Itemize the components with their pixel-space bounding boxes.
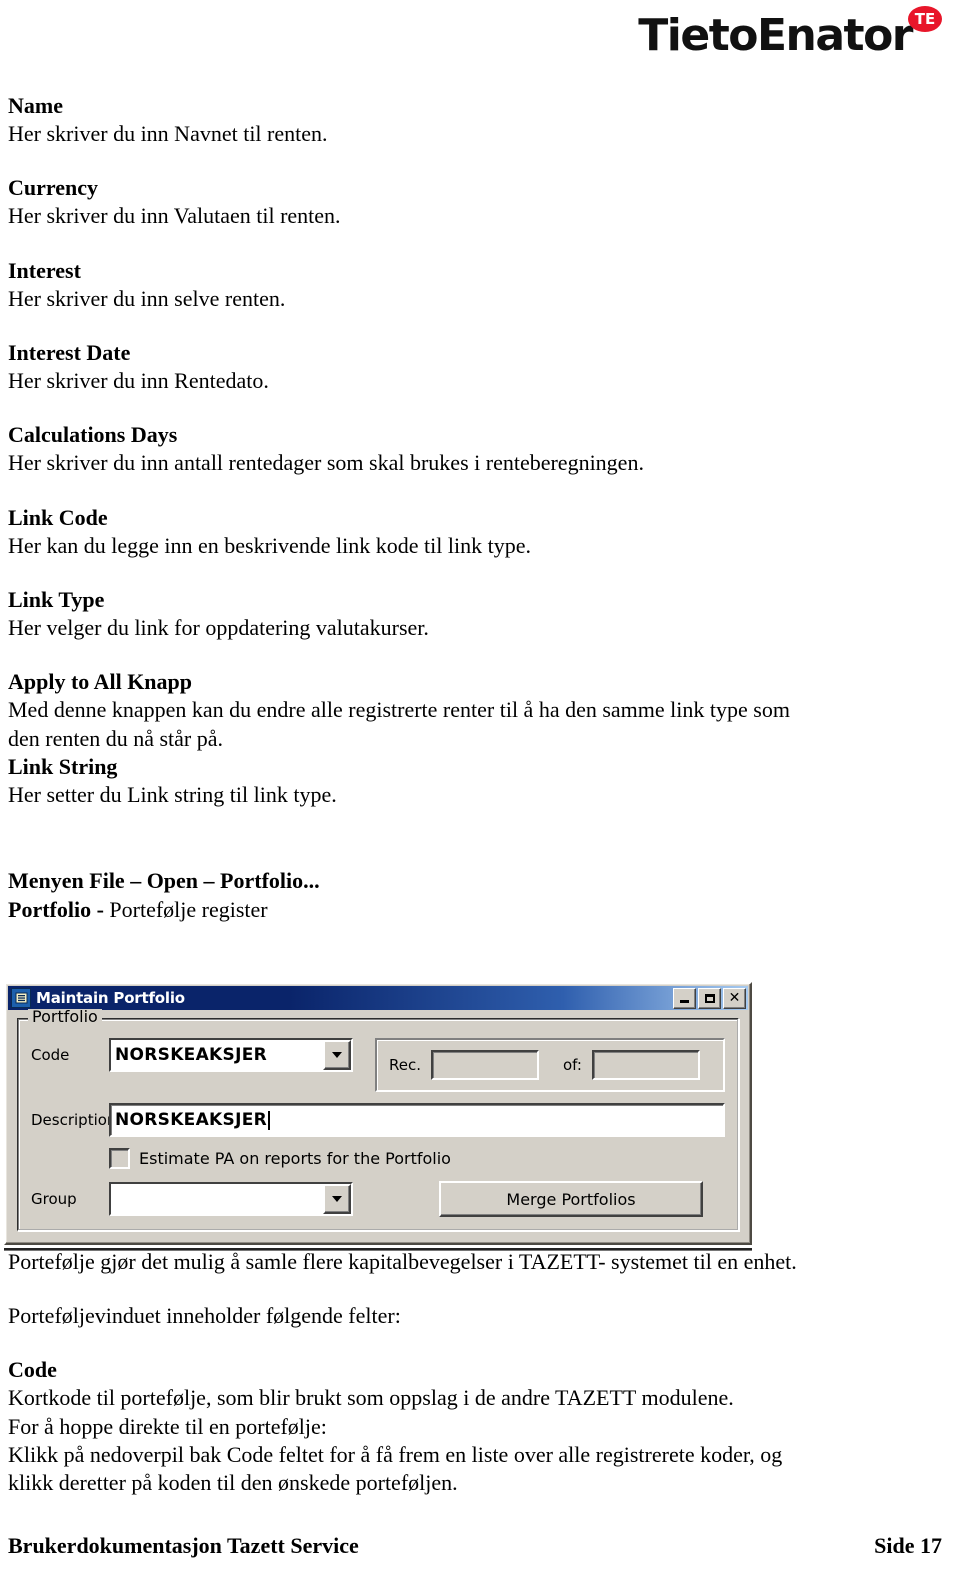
portfolio-groupbox: Portfolio Code NORSKEAKSJER Rec. of: Des…: [17, 1009, 739, 1231]
field-desc-calculations-days: Her skriver du inn antall rentedager som…: [8, 450, 644, 476]
code-combobox-value: NORSKEAKSJER: [111, 1040, 323, 1070]
minimize-button[interactable]: [673, 987, 696, 1009]
field-term-interest: Interest: [8, 257, 81, 283]
field-desc-name: Her skriver du inn Navnet til renten.: [8, 121, 328, 147]
portfolio-subheading-bold: Portfolio -: [8, 896, 110, 922]
lower-document-content: Portefølje gjør det mulig å samle flere …: [8, 1248, 938, 1497]
code-chevron-down-icon[interactable]: [323, 1040, 351, 1070]
description-input-value: NORSKEAKSJER: [115, 1110, 268, 1130]
window-controls: ✕: [673, 987, 746, 1009]
description-row: Description NORSKEAKSJER: [31, 1103, 725, 1137]
field-desc-link-type: Her velger du link for oppdatering valut…: [8, 615, 429, 641]
field-term-link-code: Link Code: [8, 504, 108, 530]
rec-field: [431, 1050, 539, 1080]
group-combobox-value: [111, 1184, 323, 1214]
code-field-line2: For å hoppe direkte til en portefølje:: [8, 1413, 327, 1439]
field-desc-currency: Her skriver du inn Valutaen til renten.: [8, 203, 341, 229]
field-term-link-string: Link String: [8, 753, 118, 779]
maintain-portfolio-screenshot: Maintain Portfolio ✕ Portfolio Code NORS…: [4, 982, 752, 1251]
estimate-pa-label: Estimate PA on reports for the Portfolio: [139, 1149, 451, 1168]
dialog-body: Portfolio Code NORSKEAKSJER Rec. of: Des…: [8, 1009, 748, 1241]
maximize-button[interactable]: [698, 987, 721, 1009]
merge-portfolios-button[interactable]: Merge Portfolios: [439, 1181, 703, 1217]
portfolio-intro-paragraph: Portefølje gjør det mulig å samle flere …: [8, 1249, 797, 1274]
portfolio-fields-intro: Porteføljevinduet inneholder følgende fe…: [8, 1303, 401, 1329]
chevron-down-glyph: [332, 1196, 342, 1202]
brand-badge-icon: TE: [908, 6, 942, 32]
portfolio-subheading: Portfolio - Portefølje register: [8, 896, 938, 925]
code-combobox[interactable]: NORSKEAKSJER: [109, 1038, 353, 1072]
field-desc-interest: Her skriver du inn selve renten.: [8, 285, 286, 311]
portfolio-subheading-rest: Portefølje register: [109, 896, 268, 922]
document-window-icon: [11, 988, 31, 1008]
of-label: of:: [563, 1056, 582, 1074]
portfolio-groupbox-legend: Portfolio: [28, 1009, 102, 1025]
description-input[interactable]: NORSKEAKSJER: [109, 1103, 725, 1137]
code-row: Code NORSKEAKSJER Rec. of:: [31, 1038, 725, 1092]
field-term-link-type: Link Type: [8, 586, 105, 612]
record-counter-group: Rec. of:: [375, 1038, 725, 1092]
field-desc-link-string: Her setter du Link string til link type.: [8, 781, 337, 807]
field-desc-apply-to-all-line2: den renten du nå står på.: [8, 725, 224, 751]
field-term-calculations-days: Calculations Days: [8, 422, 178, 448]
field-term-name: Name: [8, 93, 63, 118]
description-label: Description: [31, 1111, 117, 1129]
page-footer: Brukerdokumentasjon Tazett Service Side …: [8, 1533, 942, 1559]
field-term-currency: Currency: [8, 175, 99, 201]
code-field-line1: Kortkode til portefølje, som blir brukt …: [8, 1385, 734, 1411]
menu-path-heading: Menyen File – Open – Portfolio...: [8, 867, 320, 893]
field-term-apply-to-all: Apply to All Knapp: [8, 669, 193, 695]
close-button[interactable]: ✕: [723, 987, 746, 1009]
group-combobox[interactable]: [109, 1182, 353, 1216]
document-content: Name Her skriver du inn Navnet til rente…: [8, 92, 938, 924]
brand-logo: TietoEnator TE: [638, 4, 942, 76]
field-desc-link-code: Her kan du legge inn en beskrivende link…: [8, 532, 531, 558]
code-field-line3: Klikk på nedoverpil bak Code feltet for …: [8, 1441, 783, 1467]
text-caret: [268, 1110, 271, 1130]
estimate-pa-checkbox[interactable]: [109, 1148, 130, 1169]
footer-page-number: Side 17: [874, 1533, 942, 1558]
group-label: Group: [31, 1190, 77, 1208]
group-chevron-down-icon[interactable]: [323, 1184, 351, 1214]
minimize-icon: [680, 1000, 689, 1003]
of-field: [591, 1050, 700, 1080]
dialog-title: Maintain Portfolio: [36, 989, 185, 1007]
field-desc-interest-date: Her skriver du inn Rentedato.: [8, 368, 269, 394]
field-term-interest-date: Interest Date: [8, 339, 131, 365]
maintain-portfolio-dialog: Maintain Portfolio ✕ Portfolio Code NORS…: [4, 982, 752, 1245]
code-field-term: Code: [8, 1357, 57, 1383]
maximize-icon: [704, 993, 715, 1003]
dialog-titlebar[interactable]: Maintain Portfolio ✕: [8, 986, 748, 1010]
footer-document-title: Brukerdokumentasjon Tazett Service: [8, 1533, 359, 1558]
code-label: Code: [31, 1046, 70, 1064]
group-row: Group Merge Portfolios: [31, 1181, 725, 1217]
chevron-down-glyph: [332, 1052, 342, 1058]
code-field-line4: klikk deretter på koden til den ønskede …: [8, 1469, 458, 1495]
field-desc-apply-to-all-line1: Med denne knappen kan du endre alle regi…: [8, 697, 790, 723]
estimate-pa-row[interactable]: Estimate PA on reports for the Portfolio: [109, 1148, 725, 1169]
brand-wordmark: TietoEnator: [638, 10, 913, 61]
rec-label: Rec.: [389, 1056, 421, 1074]
